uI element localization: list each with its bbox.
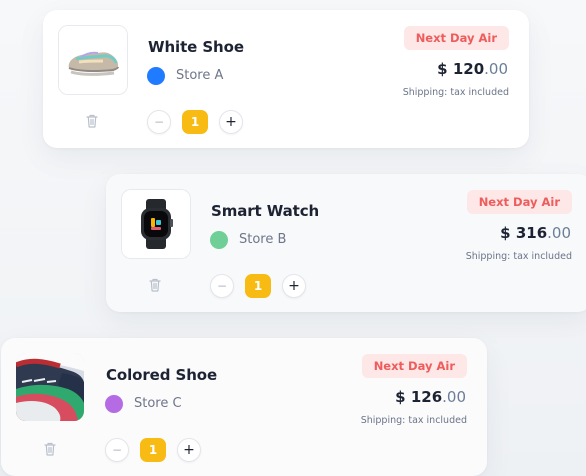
store-label[interactable]: Store A — [176, 68, 223, 83]
price: $ 120.00 — [437, 60, 508, 78]
product-title[interactable]: Smart Watch — [211, 202, 319, 220]
store-dot-icon — [105, 395, 123, 413]
shipping-method-badge: Next Day Air — [361, 354, 467, 378]
increase-quantity-button[interactable]: + — [177, 438, 201, 462]
shipping-note: Shipping: tax included — [402, 87, 509, 98]
smart-watch-image — [122, 190, 190, 258]
product-image[interactable] — [58, 25, 128, 95]
currency-symbol: $ — [395, 388, 406, 406]
store-label[interactable]: Store C — [134, 396, 182, 411]
decrease-quantity-button[interactable]: − — [147, 110, 171, 134]
cart-item-card: Colored Shoe Store C − 1 + Next Day Air … — [1, 338, 487, 476]
store-dot-icon — [210, 231, 228, 249]
shipping-note: Shipping: tax included — [360, 415, 467, 426]
increase-quantity-button[interactable]: + — [219, 110, 243, 134]
price-cents: .00 — [442, 388, 466, 406]
shipping-note: Shipping: tax included — [465, 251, 572, 262]
product-title[interactable]: Colored Shoe — [106, 366, 217, 384]
currency-symbol: $ — [500, 224, 511, 242]
increase-quantity-button[interactable]: + — [282, 274, 306, 298]
decrease-quantity-button[interactable]: − — [210, 274, 234, 298]
cart-item-card: Smart Watch Store B − 1 + Next Day Air $… — [106, 174, 586, 312]
quantity-value: 1 — [182, 110, 208, 134]
quantity-stepper: − 1 + — [147, 110, 243, 134]
store-label[interactable]: Store B — [239, 232, 286, 247]
shipping-method-badge: Next Day Air — [403, 26, 509, 50]
shipping-method-badge: Next Day Air — [466, 190, 572, 214]
price-whole: 126 — [410, 388, 443, 406]
product-image[interactable] — [16, 353, 84, 421]
price-whole: 316 — [515, 224, 548, 242]
decrease-quantity-button[interactable]: − — [105, 438, 129, 462]
price: $ 126.00 — [395, 388, 466, 406]
trash-icon[interactable] — [148, 277, 162, 293]
price-cents: .00 — [484, 60, 508, 78]
price-whole: 120 — [452, 60, 485, 78]
price: $ 316.00 — [500, 224, 571, 242]
cart-item-card: White Shoe Store A − 1 + Next Day Air $ … — [43, 10, 529, 148]
quantity-stepper: − 1 + — [210, 274, 306, 298]
quantity-value: 1 — [245, 274, 271, 298]
product-title[interactable]: White Shoe — [148, 38, 244, 56]
price-cents: .00 — [547, 224, 571, 242]
white-shoe-image — [59, 26, 127, 94]
colored-shoe-image — [16, 353, 84, 421]
quantity-stepper: − 1 + — [105, 438, 201, 462]
product-image[interactable] — [121, 189, 191, 259]
trash-icon[interactable] — [85, 113, 99, 129]
currency-symbol: $ — [437, 60, 448, 78]
quantity-value: 1 — [140, 438, 166, 462]
store-dot-icon — [147, 67, 165, 85]
trash-icon[interactable] — [43, 441, 57, 457]
